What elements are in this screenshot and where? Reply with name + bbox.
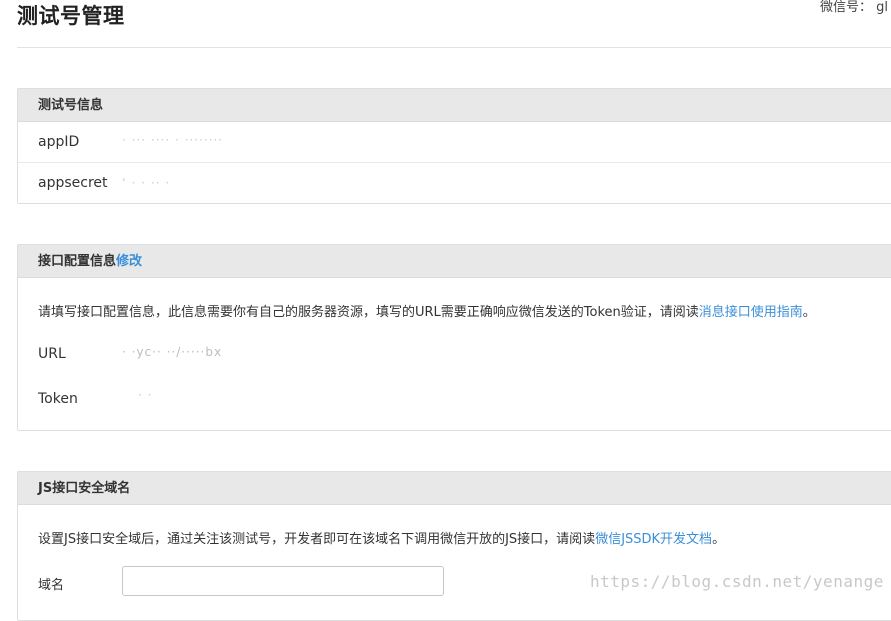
test-info-panel: 测试号信息 appID · ··· ···· · ········ appsec… xyxy=(17,88,891,204)
interface-description: 请填写接口配置信息，此信息需要你有自己的服务器资源，填写的URL需要正确响应微信… xyxy=(38,301,816,320)
url-label: URL xyxy=(38,346,66,362)
appsecret-value: ‘ · · ·· · xyxy=(122,176,171,190)
interface-desc-text: 请填写接口配置信息，此信息需要你有自己的服务器资源，填写的URL需要正确响应微信… xyxy=(38,305,699,320)
jssdk-doc-link[interactable]: 微信JSSDK开发文档 xyxy=(595,532,712,547)
test-info-header: 测试号信息 xyxy=(18,89,891,122)
interface-desc-suffix: 。 xyxy=(802,305,816,320)
edit-link[interactable]: 修改 xyxy=(116,254,142,269)
interface-config-panel: 接口配置信息修改 请填写接口配置信息，此信息需要你有自己的服务器资源，填写的UR… xyxy=(17,244,891,431)
watermark: https://blog.csdn.net/yenange xyxy=(590,572,884,591)
interface-config-title: 接口配置信息 xyxy=(38,254,117,269)
row-divider xyxy=(18,162,891,163)
interface-config-header: 接口配置信息修改 xyxy=(18,245,891,278)
js-domain-header: JS接口安全域名 xyxy=(18,472,891,505)
message-api-guide-link[interactable]: 消息接口使用指南 xyxy=(699,305,803,320)
header-divider xyxy=(17,47,891,48)
js-domain-panel: JS接口安全域名 设置JS接口安全域后，通过关注该测试号，开发者即可在该域名下调… xyxy=(17,471,891,621)
js-domain-description: 设置JS接口安全域后，通过关注该测试号，开发者即可在该域名下调用微信开放的JS接… xyxy=(38,528,725,547)
token-value: · · xyxy=(138,388,153,402)
appid-value: · ··· ···· · ········ xyxy=(122,133,224,147)
domain-label: 域名 xyxy=(38,578,65,593)
appsecret-label: appsecret xyxy=(38,175,108,191)
page-title: 测试号管理 xyxy=(17,4,125,28)
token-label: Token xyxy=(38,391,78,407)
js-domain-desc-text: 设置JS接口安全域后，通过关注该测试号，开发者即可在该域名下调用微信开放的JS接… xyxy=(38,532,596,547)
url-value: · ·yc·· ··/·····bx xyxy=(122,345,223,359)
js-domain-desc-suffix: 。 xyxy=(712,532,726,547)
domain-input[interactable] xyxy=(122,566,444,596)
account-label: 微信号： gl xyxy=(820,0,888,15)
appid-label: appID xyxy=(38,134,80,150)
